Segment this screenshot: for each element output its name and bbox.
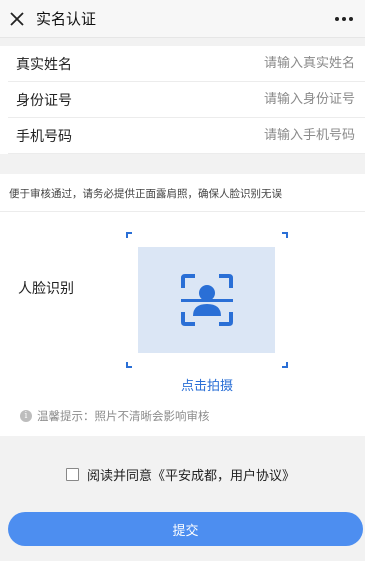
id-number-row: 身份证号 — [8, 82, 365, 118]
photo-capture-frame[interactable] — [126, 232, 288, 368]
agreement-row: 阅读并同意《平安成都，用户协议》 — [66, 465, 295, 484]
photo-placeholder[interactable] — [138, 247, 275, 353]
photo-notice: 便于审核通过，请务必提供正面露肩照，确保人脸识别无误 — [0, 174, 365, 212]
submit-button[interactable]: 提交 — [8, 512, 363, 546]
phone-row: 手机号码 — [8, 118, 365, 154]
id-number-input[interactable] — [175, 92, 355, 107]
more-button[interactable] — [333, 9, 355, 29]
name-label: 真实姓名 — [16, 56, 72, 73]
frame-corner — [126, 232, 132, 238]
frame-corner — [282, 232, 288, 238]
face-scan-icon — [180, 274, 233, 326]
id-number-label: 身份证号 — [16, 92, 72, 109]
close-icon — [10, 11, 24, 26]
face-recognition-section: 人脸识别 点击拍摄 i 温馨提示：照片不清晰会影响审核 — [0, 212, 365, 436]
identity-form: 真实姓名 身份证号 手机号码 — [0, 46, 365, 154]
agreement-label[interactable]: 阅读并同意《平安成都，用户协议》 — [87, 465, 295, 484]
tip-text: i 温馨提示：照片不清晰会影响审核 — [20, 408, 210, 424]
capture-photo-link[interactable]: 点击拍摄 — [126, 375, 288, 394]
more-dots-icon — [335, 17, 353, 21]
face-recognition-label: 人脸识别 — [18, 281, 74, 297]
agreement-checkbox[interactable] — [66, 468, 79, 481]
info-icon: i — [20, 410, 32, 422]
name-row: 真实姓名 — [8, 46, 365, 82]
frame-corner — [126, 362, 132, 368]
page-title: 实名认证 — [36, 10, 97, 28]
close-button[interactable] — [0, 0, 34, 38]
phone-input[interactable] — [175, 128, 355, 143]
tip-label: 温馨提示：照片不清晰会影响审核 — [37, 409, 210, 423]
phone-label: 手机号码 — [16, 128, 72, 145]
title-bar: 实名认证 — [0, 0, 365, 38]
name-input[interactable] — [175, 56, 355, 71]
frame-corner — [282, 362, 288, 368]
